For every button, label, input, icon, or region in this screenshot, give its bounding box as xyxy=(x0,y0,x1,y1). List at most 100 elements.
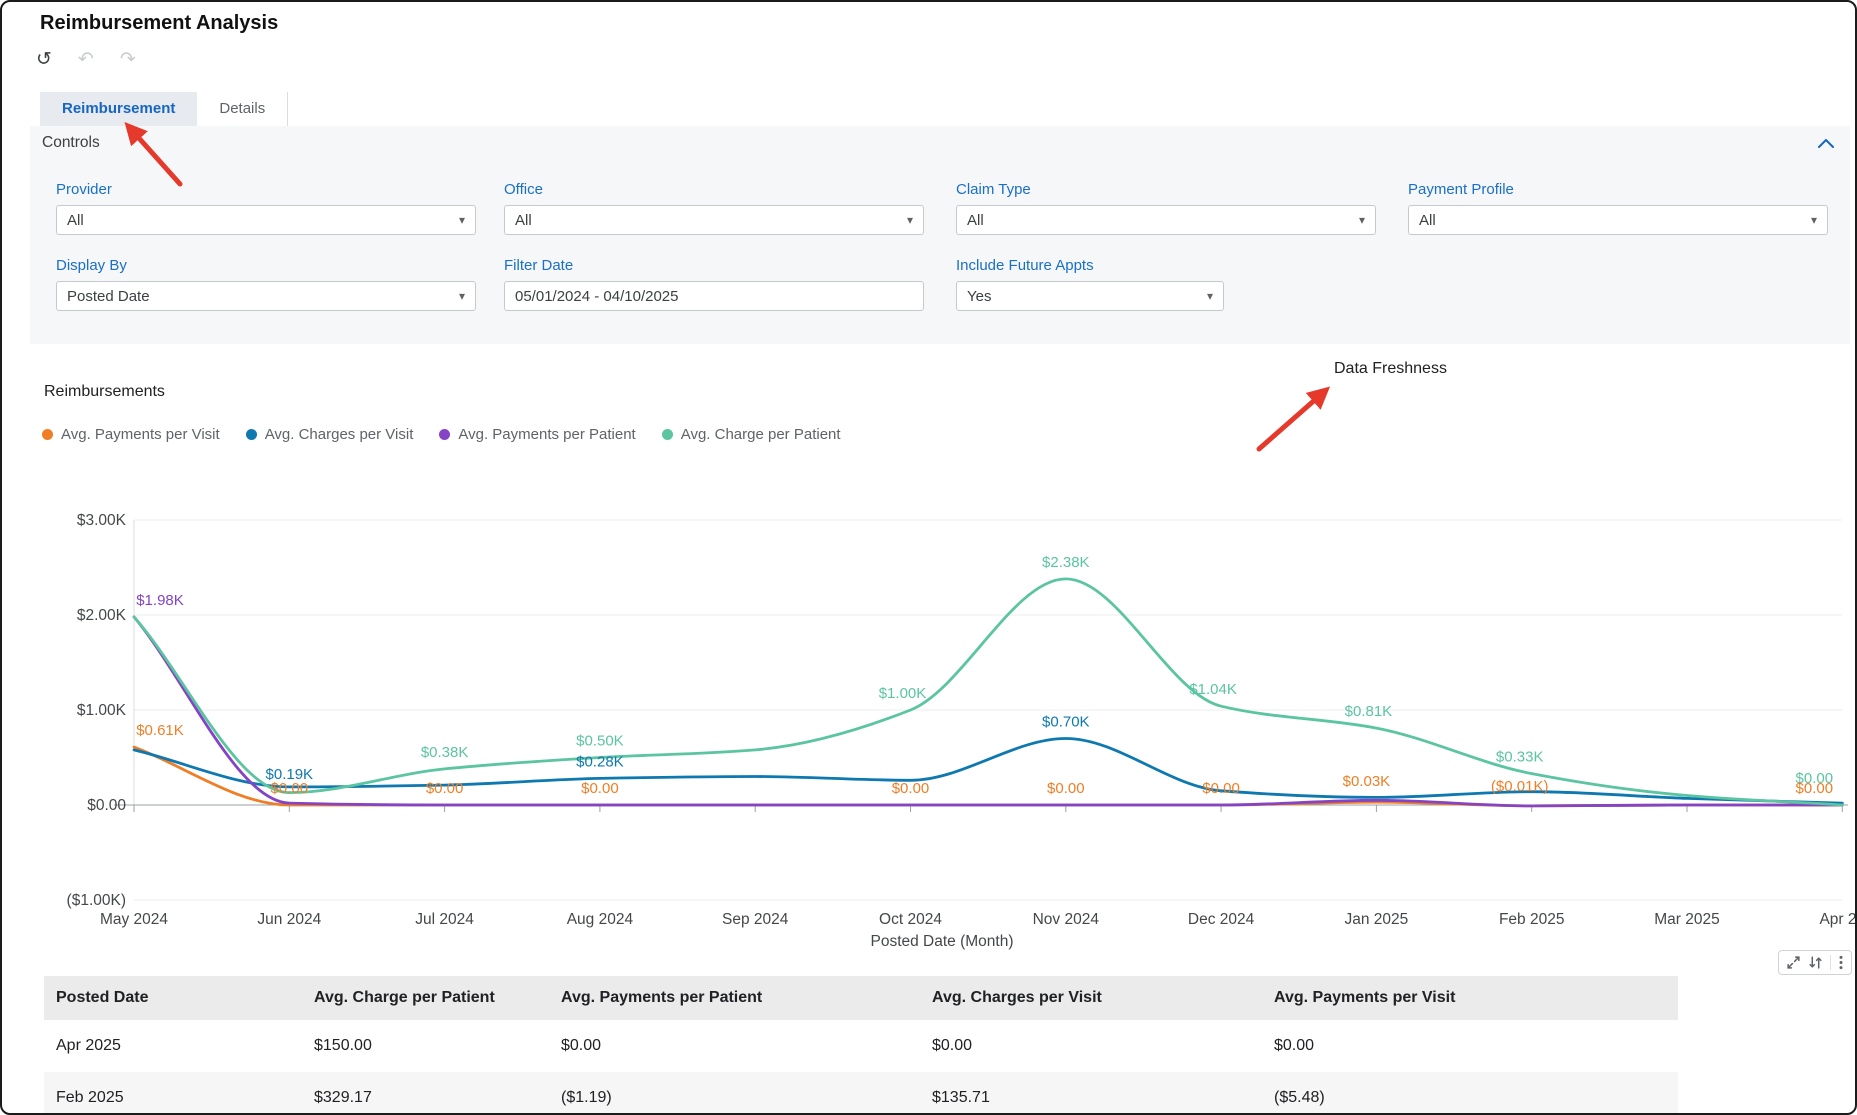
filter-date-input[interactable]: 05/01/2024 - 04/10/2025 xyxy=(504,281,924,311)
svg-text:Aug 2024: Aug 2024 xyxy=(567,911,634,928)
col-header-posted-date: Posted Date xyxy=(44,976,302,1020)
payment-profile-select[interactable]: All ▾ xyxy=(1408,205,1828,235)
svg-text:$0.81K: $0.81K xyxy=(1345,703,1393,720)
table-cell: $329.17 xyxy=(314,1089,372,1106)
reimbursements-table: Posted Date Avg. Charge per Patient Avg.… xyxy=(44,976,1678,1113)
legend-swatch xyxy=(245,429,257,440)
svg-text:$0.28K: $0.28K xyxy=(576,753,624,770)
reimbursement-analysis-page: Reimbursement Analysis ↺ ↶ ↷ Reimburseme… xyxy=(0,0,1857,1115)
svg-text:$3.00K: $3.00K xyxy=(77,512,127,529)
office-value: All xyxy=(515,211,532,229)
svg-text:$0.00: $0.00 xyxy=(1796,780,1834,797)
col-header-avg-payments-per-visit: Avg. Payments per Visit xyxy=(1262,976,1678,1020)
svg-text:$1.98K: $1.98K xyxy=(136,592,184,609)
legend-label: Avg. Payments per Visit xyxy=(61,426,220,443)
svg-text:Posted Date (Month): Posted Date (Month) xyxy=(870,933,1013,950)
svg-text:$0.00: $0.00 xyxy=(271,780,309,797)
sort-data-icon[interactable] xyxy=(1808,955,1823,970)
redo-icon[interactable]: ↷ xyxy=(120,50,136,69)
legend-swatch xyxy=(439,429,451,440)
chevron-down-icon: ▾ xyxy=(906,213,913,227)
svg-text:$0.50K: $0.50K xyxy=(576,733,624,750)
claim-type-value: All xyxy=(967,211,984,229)
reset-icon[interactable]: ↺ xyxy=(36,50,52,69)
chevron-down-icon: ▾ xyxy=(1810,213,1817,227)
svg-text:$0.38K: $0.38K xyxy=(421,744,469,761)
table-cell: $0.00 xyxy=(932,1037,973,1054)
payment-profile-value: All xyxy=(1419,211,1436,229)
legend-label: Avg. Charge per Patient xyxy=(680,426,841,443)
tab-reimbursement[interactable]: Reimbursement xyxy=(40,92,198,126)
svg-text:$1.00K: $1.00K xyxy=(879,685,927,702)
svg-text:$0.61K: $0.61K xyxy=(136,722,184,739)
table-row: Feb 2025 $329.17 ($1.19) $135.71 ($5.48) xyxy=(44,1072,1678,1113)
svg-text:$0.00: $0.00 xyxy=(892,780,930,797)
svg-text:$2.00K: $2.00K xyxy=(77,607,127,624)
collapse-controls-button[interactable] xyxy=(1818,136,1834,154)
legend-swatch xyxy=(42,429,53,440)
svg-text:May 2024: May 2024 xyxy=(100,911,168,928)
expand-chart-icon[interactable] xyxy=(1786,955,1801,970)
table-cell: ($5.48) xyxy=(1274,1089,1325,1106)
provider-select[interactable]: All ▾ xyxy=(56,205,476,235)
chevron-down-icon: ▾ xyxy=(1358,213,1365,227)
svg-text:Dec 2024: Dec 2024 xyxy=(1188,911,1255,928)
svg-text:$0.00: $0.00 xyxy=(87,797,126,814)
svg-text:$0.00: $0.00 xyxy=(426,780,464,797)
provider-filter: Provider All ▾ xyxy=(56,181,476,235)
col-header-avg-payments-per-patient: Avg. Payments per Patient xyxy=(549,976,920,1020)
table-row: Apr 2025 $150.00 $0.00 $0.00 $0.00 xyxy=(44,1020,1678,1072)
cell-posted-date: Feb 2025 xyxy=(56,1089,124,1106)
tab-bar: Reimbursement Details xyxy=(40,92,289,126)
svg-text:Oct 2024: Oct 2024 xyxy=(879,911,942,928)
svg-text:$0.70K: $0.70K xyxy=(1042,714,1090,731)
chart-legend: Avg. Payments per Visit Avg. Charges per… xyxy=(42,426,841,443)
office-label: Office xyxy=(504,181,543,198)
red-arrow-to-data-freshness xyxy=(1256,386,1331,452)
tab-details[interactable]: Details xyxy=(197,92,289,126)
claim-type-label: Claim Type xyxy=(956,181,1031,198)
include-future-appts-value: Yes xyxy=(967,287,992,305)
svg-text:$0.00: $0.00 xyxy=(1047,780,1085,797)
history-toolbar: ↺ ↶ ↷ xyxy=(36,50,136,69)
table-cell: $135.71 xyxy=(932,1089,990,1106)
claim-type-select[interactable]: All ▾ xyxy=(956,205,1376,235)
legend-item-avg-charges-per-visit[interactable]: Avg. Charges per Visit xyxy=(245,426,414,443)
svg-text:Apr 20: Apr 20 xyxy=(1819,911,1857,928)
claim-type-filter: Claim Type All ▾ xyxy=(956,181,1376,235)
filter-date-label: Filter Date xyxy=(504,257,574,274)
svg-text:$0.33K: $0.33K xyxy=(1496,749,1544,766)
svg-text:Nov 2024: Nov 2024 xyxy=(1033,911,1100,928)
display-by-filter: Display By Posted Date ▾ xyxy=(56,257,476,311)
display-by-label: Display By xyxy=(56,257,127,274)
legend-label: Avg. Charges per Visit xyxy=(264,426,414,443)
office-select[interactable]: All ▾ xyxy=(504,205,924,235)
chart-title: Reimbursements xyxy=(44,383,165,400)
payment-profile-filter: Payment Profile All ▾ xyxy=(1408,181,1828,235)
legend-item-avg-payments-per-visit[interactable]: Avg. Payments per Visit xyxy=(42,426,220,443)
svg-text:$1.00K: $1.00K xyxy=(77,702,127,719)
legend-item-avg-payments-per-patient[interactable]: Avg. Payments per Patient xyxy=(439,426,636,443)
controls-title: Controls xyxy=(42,134,100,151)
chevron-up-icon xyxy=(1818,139,1834,148)
svg-text:$2.38K: $2.38K xyxy=(1042,554,1090,571)
table-cell: ($1.19) xyxy=(561,1089,612,1106)
chevron-down-icon: ▾ xyxy=(458,213,465,227)
svg-text:Mar 2025: Mar 2025 xyxy=(1654,911,1719,928)
table-header-row: Posted Date Avg. Charge per Patient Avg.… xyxy=(44,976,1678,1020)
display-by-select[interactable]: Posted Date ▾ xyxy=(56,281,476,311)
svg-text:$0.00: $0.00 xyxy=(1202,780,1240,797)
legend-item-avg-charge-per-patient[interactable]: Avg. Charge per Patient xyxy=(661,426,841,443)
svg-text:Jun 2024: Jun 2024 xyxy=(257,911,321,928)
svg-text:($0.01K): ($0.01K) xyxy=(1491,778,1549,795)
cell-posted-date: Apr 2025 xyxy=(56,1037,121,1054)
chevron-down-icon: ▾ xyxy=(458,289,465,303)
reimbursements-line-chart: $3.00K $2.00K $1.00K $0.00 ($1.00K) May 2024 J… xyxy=(67,512,1857,950)
include-future-appts-select[interactable]: Yes ▾ xyxy=(956,281,1224,311)
svg-text:$0.00: $0.00 xyxy=(581,780,619,797)
include-future-appts-filter: Include Future Appts Yes ▾ xyxy=(956,257,1224,311)
undo-icon[interactable]: ↶ xyxy=(78,50,94,69)
more-options-kebab-icon[interactable] xyxy=(1830,955,1844,970)
filter-date-field: Filter Date 05/01/2024 - 04/10/2025 xyxy=(504,257,924,311)
table-cell: $0.00 xyxy=(1274,1037,1315,1054)
